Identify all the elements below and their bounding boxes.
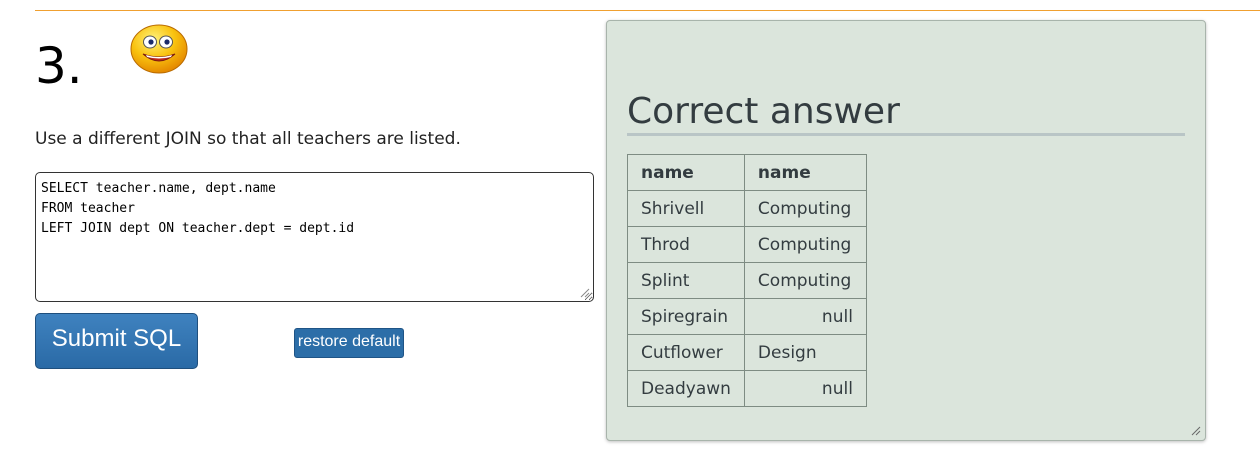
column-header: name [627,154,745,191]
table-row: Cutflower Design [627,334,867,371]
table-row: Throd Computing [627,226,867,263]
table-header-row: name name [627,154,867,191]
panel-resize-handle-icon[interactable] [1191,426,1201,436]
dept-name-cell: Design [743,334,867,371]
teacher-name-cell: Deadyawn [627,370,745,407]
dept-name-cell: Computing [743,262,867,299]
teacher-name-cell: Splint [627,262,745,299]
correct-answer-panel: Correct answer name name Shrivell Comput… [606,20,1206,441]
smiley-face-icon [130,24,188,74]
top-divider [35,10,1260,11]
dept-name-cell: null [743,370,867,407]
teacher-name-cell: Cutflower [627,334,745,371]
teacher-name-cell: Spiregrain [627,298,745,335]
result-table: name name Shrivell Computing Throd Compu… [627,154,867,407]
table-row: Splint Computing [627,262,867,299]
sql-editor[interactable]: SELECT teacher.name, dept.name FROM teac… [35,172,594,302]
teacher-name-cell: Shrivell [627,190,745,227]
restore-default-button[interactable]: restore default [294,328,404,358]
question-prompt: Use a different JOIN so that all teacher… [35,129,461,149]
dept-name-cell: Computing [743,226,867,263]
submit-sql-button[interactable]: Submit SQL [35,313,198,369]
table-row: Shrivell Computing [627,190,867,227]
resize-handle-icon[interactable] [580,288,590,298]
dept-name-cell: null [743,298,867,335]
table-row: Deadyawn null [627,370,867,407]
question-number: 3. [35,37,83,95]
teacher-name-cell: Throd [627,226,745,263]
dept-name-cell: Computing [743,190,867,227]
column-header: name [743,154,867,191]
answer-title: Correct answer [627,91,1185,136]
table-row: Spiregrain null [627,298,867,335]
